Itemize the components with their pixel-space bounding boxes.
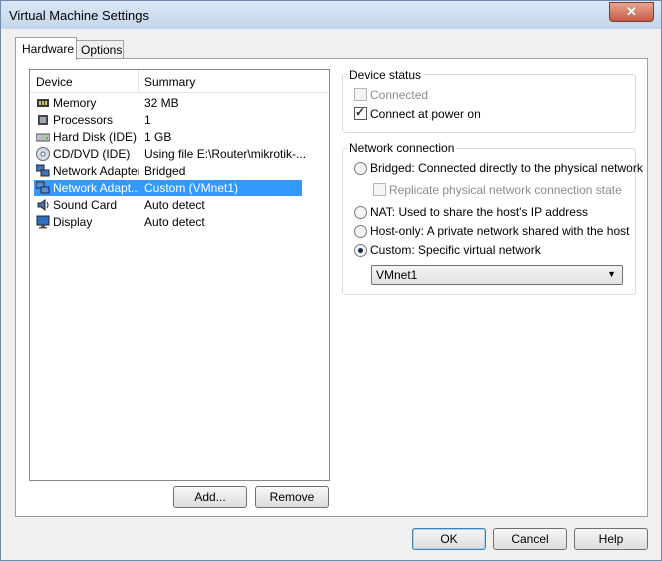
device-summary: Custom (VMnet1) (144, 181, 239, 195)
cancel-button[interactable]: Cancel (493, 528, 567, 550)
device-row-hard-disk[interactable]: Hard Disk (IDE) 1 GB (34, 129, 302, 145)
host-only-label: Host-only: A private network shared with… (370, 224, 630, 238)
device-status-title: Device status (347, 68, 424, 82)
device-name: Processors (53, 113, 114, 127)
replicate-label: Replicate physical network connection st… (389, 183, 622, 197)
sound-card-icon (37, 199, 49, 211)
network-connection-title: Network connection (347, 141, 457, 155)
connected-label: Connected (370, 88, 429, 102)
connect-at-power-on-checkbox[interactable] (354, 105, 367, 120)
remove-button[interactable]: Remove (255, 486, 329, 508)
processor-icon (38, 115, 48, 125)
device-summary: Bridged (144, 164, 186, 178)
help-button[interactable]: Help (574, 528, 648, 550)
device-list-header: Device Summary (30, 70, 329, 93)
add-button[interactable]: Add... (173, 486, 247, 508)
custom-label: Custom: Specific virtual network (370, 243, 541, 257)
column-summary[interactable]: Summary (144, 75, 195, 89)
network-adapter-icon (36, 164, 50, 177)
close-button[interactable]: ✕ (609, 2, 654, 22)
device-row-network-adapter[interactable]: Network Adapter Bridged (34, 163, 302, 179)
device-summary: 1 GB (144, 130, 172, 144)
network-adapter-icon (36, 181, 50, 194)
connected-checkbox[interactable] (354, 88, 367, 101)
vmnet-select[interactable]: VMnet1 ▼ (371, 265, 623, 285)
device-summary: 32 MB (144, 96, 179, 110)
close-icon: ✕ (626, 4, 637, 19)
device-summary: Auto detect (144, 215, 205, 229)
device-row-processors[interactable]: Processors 1 (34, 112, 302, 128)
vmnet-select-value: VMnet1 (376, 268, 418, 282)
device-name: Sound Card (53, 198, 118, 212)
replicate-checkbox[interactable] (373, 183, 386, 196)
column-divider[interactable] (138, 70, 139, 92)
device-name: Memory (53, 96, 97, 110)
cd-dvd-icon (36, 147, 50, 161)
device-name: Display (53, 215, 93, 229)
tab-hardware-label: Hardware (22, 42, 75, 56)
tab-options[interactable]: Options (76, 40, 124, 59)
tab-options-label: Options (81, 43, 123, 57)
chevron-down-icon: ▼ (607, 269, 616, 279)
nat-radio[interactable] (354, 206, 367, 219)
connect-at-power-on-label: Connect at power on (370, 107, 481, 121)
bridged-label: Bridged: Connected directly to the physi… (370, 161, 643, 175)
nat-label: NAT: Used to share the host's IP address (370, 205, 588, 219)
column-device[interactable]: Device (36, 75, 73, 89)
hard-disk-icon (36, 133, 50, 142)
device-row-network-adapter-2[interactable]: Network Adapt... Custom (VMnet1) (34, 180, 302, 196)
device-name: Hard Disk (IDE) (53, 130, 138, 144)
memory-icon (37, 99, 49, 107)
device-name: Network Adapter (53, 164, 139, 178)
device-summary: 1 (144, 113, 151, 127)
title-bar: Virtual Machine Settings ✕ (1, 1, 661, 29)
device-name: CD/DVD (IDE) (53, 147, 131, 161)
device-status-group (342, 74, 636, 133)
custom-radio[interactable] (354, 244, 367, 257)
device-name: Network Adapt... (53, 181, 139, 195)
host-only-radio[interactable] (354, 225, 367, 238)
settings-window: Virtual Machine Settings ✕ Hardware Opti… (0, 0, 662, 561)
window-title: Virtual Machine Settings (9, 8, 149, 23)
tab-hardware[interactable]: Hardware (15, 37, 77, 60)
ok-button[interactable]: OK (412, 528, 486, 550)
device-row-cd-dvd[interactable]: CD/DVD (IDE) Using file E:\Router\mikrot… (34, 146, 306, 162)
device-row-display[interactable]: Display Auto detect (34, 214, 302, 230)
device-list[interactable]: Device Summary Memory 32 MB Processors 1… (29, 69, 330, 481)
device-row-sound-card[interactable]: Sound Card Auto detect (34, 197, 302, 213)
device-row-memory[interactable]: Memory 32 MB (34, 95, 302, 111)
display-icon (36, 215, 50, 229)
device-summary: Using file E:\Router\mikrotik-... (144, 147, 307, 161)
device-summary: Auto detect (144, 198, 205, 212)
bridged-radio[interactable] (354, 162, 367, 175)
